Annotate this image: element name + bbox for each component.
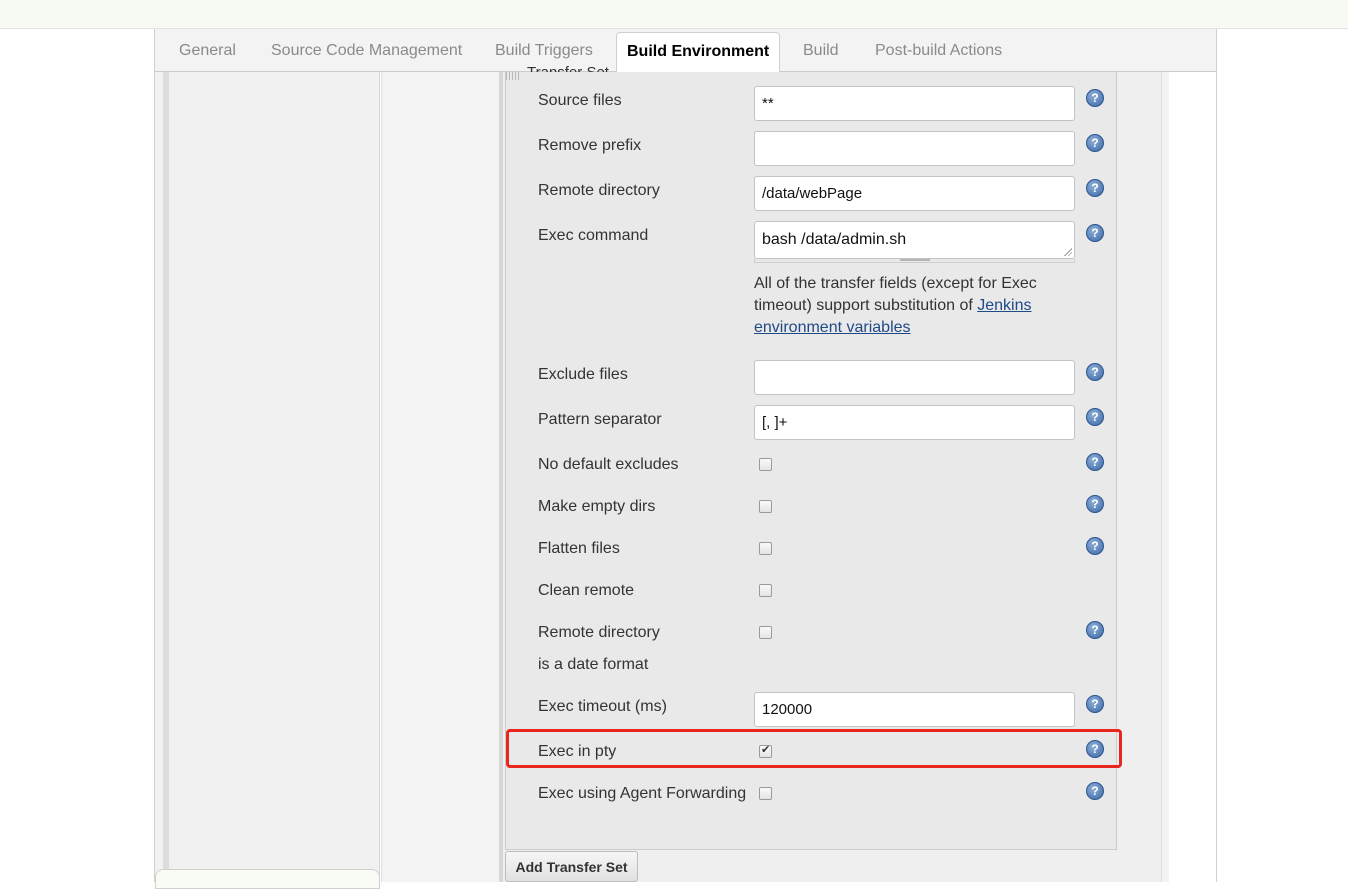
remote-directory-input[interactable]: /data/webPage: [754, 176, 1075, 211]
config-tabs: General Source Code Management Build Tri…: [155, 29, 1216, 73]
flatten-files-label: Flatten files: [538, 540, 620, 557]
no-default-excludes-checkbox[interactable]: [759, 458, 772, 471]
help-icon[interactable]: ?: [1086, 363, 1104, 381]
exec-command-textarea[interactable]: bash /data/admin.sh: [754, 221, 1075, 259]
sidebar-bottom-card: [155, 869, 380, 889]
source-files-label: Source files: [538, 92, 622, 109]
help-icon[interactable]: ?: [1086, 224, 1104, 242]
pattern-separator-input[interactable]: [, ]+: [754, 405, 1075, 440]
tab-post-build-actions[interactable]: Post-build Actions: [875, 29, 1002, 72]
remote-directory-label: Remote directory: [538, 182, 660, 199]
resize-handle-icon[interactable]: [1064, 248, 1072, 256]
help-icon[interactable]: ?: [1086, 408, 1104, 426]
exclude-files-input[interactable]: [754, 360, 1075, 395]
make-empty-dirs-checkbox[interactable]: [759, 500, 772, 513]
remote-directory-date-label-line1: Remote directory: [538, 624, 660, 641]
remove-prefix-input[interactable]: [754, 131, 1075, 166]
drag-handle-icon[interactable]: [506, 72, 520, 80]
tab-build-environment[interactable]: Build Environment: [616, 32, 781, 73]
left-stripe: [163, 72, 169, 882]
tab-source-code-management[interactable]: Source Code Management: [271, 29, 462, 72]
help-icon[interactable]: ?: [1086, 495, 1104, 513]
help-icon[interactable]: ?: [1086, 621, 1104, 639]
exclude-files-label: Exclude files: [538, 366, 628, 383]
top-bar: [0, 0, 1348, 29]
no-default-excludes-label: No default excludes: [538, 456, 679, 473]
help-icon[interactable]: ?: [1086, 537, 1104, 555]
middle-column: [381, 72, 499, 882]
add-transfer-set-button[interactable]: Add Transfer Set: [505, 851, 638, 882]
exec-in-pty-highlight: [506, 729, 1122, 768]
remote-directory-date-label-line2: is a date format: [538, 656, 649, 673]
source-files-input[interactable]: **: [754, 86, 1075, 121]
transfer-fields-help-text: All of the transfer fields (except for E…: [754, 273, 1074, 339]
exec-command-label: Exec command: [538, 227, 649, 244]
help-icon[interactable]: ?: [1086, 453, 1104, 471]
remove-prefix-label: Remove prefix: [538, 137, 642, 154]
left-column: [155, 72, 380, 889]
pattern-separator-label: Pattern separator: [538, 411, 662, 428]
help-icon[interactable]: ?: [1086, 134, 1104, 152]
tab-build[interactable]: Build: [803, 29, 839, 72]
help-icon[interactable]: ?: [1086, 695, 1104, 713]
textarea-expand-grip[interactable]: [754, 259, 1075, 263]
clean-remote-checkbox[interactable]: [759, 584, 772, 597]
help-icon[interactable]: ?: [1086, 782, 1104, 800]
exec-timeout-label: Exec timeout (ms): [538, 698, 667, 715]
tab-general[interactable]: General: [179, 29, 236, 72]
right-strip: [1161, 72, 1169, 882]
remote-directory-date-checkbox[interactable]: [759, 626, 772, 639]
help-icon[interactable]: ?: [1086, 89, 1104, 107]
make-empty-dirs-label: Make empty dirs: [538, 498, 656, 515]
help-icon[interactable]: ?: [1086, 179, 1104, 197]
flatten-files-checkbox[interactable]: [759, 542, 772, 555]
exec-agent-forwarding-checkbox[interactable]: [759, 787, 772, 800]
exec-agent-forwarding-label: Exec using Agent Forwarding: [538, 785, 747, 802]
exec-command-value: bash /data/admin.sh: [762, 231, 907, 248]
exec-timeout-input[interactable]: 120000: [754, 692, 1075, 727]
clean-remote-label: Clean remote: [538, 582, 635, 599]
job-config-page: General Source Code Management Build Tri…: [154, 29, 1217, 889]
transfer-set-title: Transfer Set: [527, 62, 609, 72]
